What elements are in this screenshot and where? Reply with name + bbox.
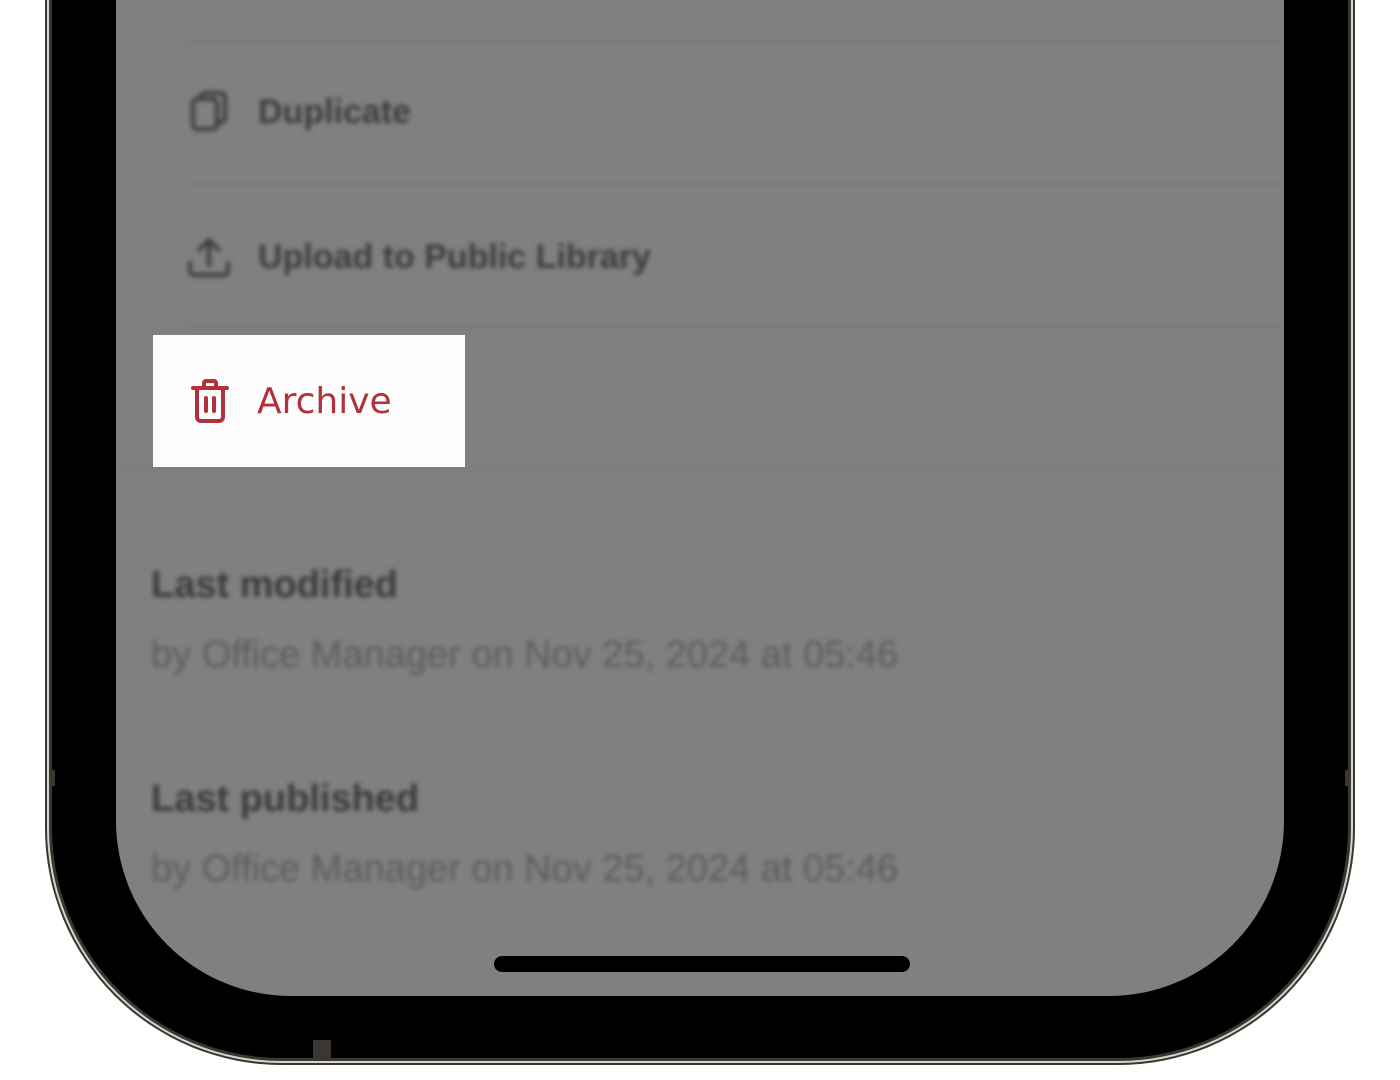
upload-icon	[186, 234, 232, 280]
last-published-title: Last published	[151, 778, 420, 820]
archive-label: Archive	[257, 380, 392, 422]
divider	[186, 40, 1284, 42]
last-modified-text: by Office Manager on Nov 25, 2024 at 05:…	[151, 634, 899, 676]
divider	[186, 183, 1284, 185]
menu-item-upload[interactable]: Upload to Public Library	[186, 234, 651, 280]
divider	[186, 326, 1284, 328]
archive-button[interactable]: Archive	[153, 335, 465, 467]
divider	[116, 468, 1284, 470]
phone-side-button-right	[1345, 770, 1351, 786]
home-indicator[interactable]	[494, 956, 910, 972]
last-published-text: by Office Manager on Nov 25, 2024 at 05:…	[151, 848, 899, 890]
dimmed-content: Duplicate Upload to Public Library Last …	[116, 0, 1284, 996]
phone-side-button-left	[49, 770, 55, 786]
duplicate-icon	[186, 89, 232, 135]
phone-bottom-notch	[313, 1040, 331, 1058]
phone-screen: Duplicate Upload to Public Library Last …	[116, 0, 1284, 996]
trash-icon	[189, 378, 231, 424]
menu-item-duplicate[interactable]: Duplicate	[186, 89, 411, 135]
menu-item-upload-label: Upload to Public Library	[258, 237, 651, 276]
last-modified-title: Last modified	[151, 564, 399, 606]
menu-item-duplicate-label: Duplicate	[258, 92, 412, 131]
